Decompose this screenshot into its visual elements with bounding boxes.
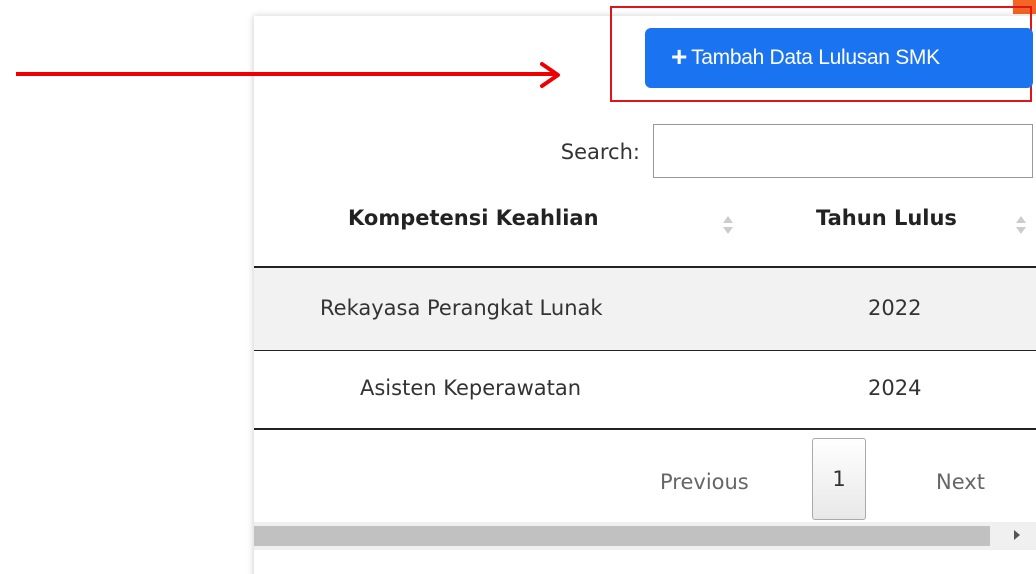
table-cell: Asisten Keperawatan bbox=[360, 376, 582, 400]
screenshot-stage: + Tambah Data Lulusan SMK Search: Kompet… bbox=[0, 0, 1036, 574]
table-cell: 2022 bbox=[868, 296, 922, 320]
horizontal-scrollbar[interactable] bbox=[254, 522, 1036, 550]
table-cell: Rekayasa Perangkat Lunak bbox=[320, 296, 603, 320]
pagination-page-1[interactable]: 1 bbox=[812, 438, 866, 520]
annotation-arrow-line bbox=[16, 72, 556, 76]
search-input[interactable] bbox=[653, 124, 1033, 178]
sort-icon[interactable] bbox=[1016, 216, 1026, 234]
table-bottom-border bbox=[254, 428, 1036, 430]
table-cell: 2024 bbox=[868, 376, 922, 400]
column-header-kompetensi[interactable]: Kompetensi Keahlian bbox=[348, 206, 599, 230]
search-label: Search: bbox=[560, 140, 640, 164]
column-header-tahun[interactable]: Tahun Lulus bbox=[816, 206, 957, 230]
scrollbar-thumb[interactable] bbox=[254, 526, 990, 546]
sort-icon[interactable] bbox=[723, 216, 733, 234]
column-header-label: Kompetensi Keahlian bbox=[348, 206, 599, 230]
row-divider bbox=[254, 350, 1036, 351]
add-button-label: Tambah Data Lulusan SMK bbox=[691, 46, 940, 69]
add-graduate-button[interactable]: + Tambah Data Lulusan SMK bbox=[645, 28, 1033, 88]
pagination-previous[interactable]: Previous bbox=[660, 470, 749, 494]
arrow-right-icon bbox=[540, 62, 560, 88]
scroll-right-icon[interactable] bbox=[1014, 530, 1020, 540]
pagination-next[interactable]: Next bbox=[936, 470, 985, 494]
column-header-label: Tahun Lulus bbox=[816, 206, 957, 230]
plus-icon: + bbox=[671, 41, 688, 72]
